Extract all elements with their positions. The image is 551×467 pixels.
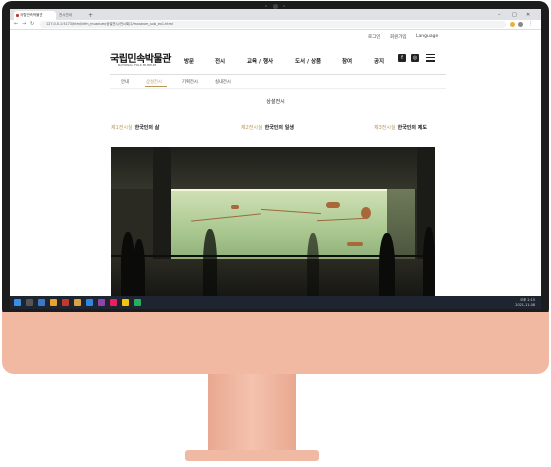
hall-link-3[interactable]: 제3전시실 한국인의 제도 — [374, 124, 427, 131]
hall-number: 제2전시실 — [241, 125, 263, 131]
url-input[interactable]: 127.0.0.1:5173/html/nfm_museum/상설전시/전시회/… — [40, 21, 506, 28]
maximize-button[interactable]: □ — [512, 11, 517, 19]
signup-link[interactable]: 회원가입 — [390, 34, 407, 40]
monitor-foot — [185, 450, 319, 461]
facebook-icon[interactable]: f — [398, 54, 406, 62]
visitor-silhouette — [307, 233, 319, 296]
browser-tab-active[interactable]: 국립민속박물관 — [14, 11, 56, 20]
login-link[interactable]: 로그인 — [368, 34, 380, 40]
task-view-icon[interactable] — [38, 299, 45, 306]
browser-tab[interactable]: 전시안내 — [54, 11, 89, 20]
visitor-silhouette — [203, 229, 217, 296]
visitor-silhouette — [133, 239, 145, 296]
monitor-chin — [2, 312, 549, 374]
tab-label: 전시안내 — [59, 13, 72, 17]
visitor-silhouette — [423, 227, 435, 296]
forward-arrow-icon[interactable]: → — [22, 20, 26, 29]
artifact — [231, 205, 239, 209]
active-tab-indicator — [145, 86, 167, 87]
reload-icon[interactable]: ↻ — [30, 20, 34, 29]
app-icon[interactable] — [110, 299, 117, 306]
hall-name: 한국인의 삶 — [134, 125, 160, 131]
exhibition-hall-photo — [111, 147, 435, 296]
clock-date: 2021-11-08 — [515, 302, 535, 307]
lnb-tab-permanent[interactable]: 상설전시 — [146, 79, 162, 85]
browser-menu-icon[interactable]: ⋮ — [528, 20, 533, 29]
extension-icon[interactable] — [510, 22, 515, 27]
instagram-icon[interactable]: ◎ — [411, 54, 419, 62]
divider — [110, 88, 446, 89]
page-title: 상설전시 — [266, 99, 285, 105]
website: 로그인 회원가입 Language 국립민속박물관 NATIONAL FOLK … — [10, 30, 541, 296]
monitor-stand — [208, 374, 296, 450]
gnb-item-notice[interactable]: 공지 — [374, 57, 384, 65]
hall-number: 제1전시실 — [111, 125, 133, 131]
camera-dot — [265, 5, 267, 7]
site-logo-subtitle: NATIONAL FOLK MUSEUM — [118, 63, 157, 67]
screen: 국립민속박물관 전시안내 + – □ ✕ ← → ↻ 127.0.0.1:517… — [10, 9, 541, 309]
hall-link-2[interactable]: 제2전시실 한국인의 일생 — [241, 124, 294, 131]
tab-label: 국립민속박물관 — [20, 13, 43, 17]
app-icon[interactable] — [98, 299, 105, 306]
artifact — [326, 202, 340, 208]
hall-link-1[interactable]: 제1전시실 한국인의 삶 — [111, 124, 159, 131]
taskbar-clock[interactable]: 오후 2:15 2021-11-08 — [515, 298, 535, 307]
search-icon[interactable] — [26, 299, 33, 306]
lnb-tab-indoor[interactable]: 실내전시 — [215, 79, 231, 85]
minimize-button[interactable]: – — [498, 11, 501, 19]
app-icon[interactable] — [62, 299, 69, 306]
file-explorer-icon[interactable] — [50, 299, 57, 306]
gnb-item-participate[interactable]: 참여 — [342, 57, 352, 65]
app-icon[interactable] — [134, 299, 141, 306]
new-tab-button[interactable]: + — [88, 11, 93, 20]
lnb-tab-special[interactable]: 기획전시 — [182, 79, 198, 85]
artifact — [347, 242, 363, 246]
chrome-icon[interactable] — [122, 299, 129, 306]
divider — [110, 74, 446, 75]
hall-number: 제3전시실 — [374, 125, 396, 131]
gnb-item-books[interactable]: 도서 / 상품 — [295, 57, 321, 65]
artifact — [361, 207, 371, 219]
gnb-item-visit[interactable]: 방문 — [184, 57, 194, 65]
language-link[interactable]: Language — [416, 34, 438, 39]
hamburger-menu-icon[interactable] — [426, 54, 435, 62]
address-bar-row: ← → ↻ 127.0.0.1:5173/html/nfm_museum/상설전… — [10, 20, 541, 30]
vscode-icon[interactable] — [86, 299, 93, 306]
gnb-item-education[interactable]: 교육 / 행사 — [247, 57, 273, 65]
start-icon[interactable] — [14, 299, 21, 306]
gnb-item-exhibition[interactable]: 전시 — [215, 57, 225, 65]
app-icon[interactable] — [74, 299, 81, 306]
profile-avatar[interactable] — [518, 22, 523, 27]
os-taskbar: 오후 2:15 2021-11-08 — [10, 296, 541, 309]
favicon-icon — [16, 14, 19, 17]
monitor-bezel: 국립민속박물관 전시안내 + – □ ✕ ← → ↻ 127.0.0.1:517… — [2, 1, 549, 319]
visitor-silhouette — [379, 233, 395, 296]
lnb-tab-info[interactable]: 안내 — [121, 79, 129, 85]
hall-name: 한국인의 제도 — [397, 125, 427, 131]
back-arrow-icon[interactable]: ← — [14, 20, 18, 29]
browser-tabbar: 국립민속박물관 전시안내 + – □ ✕ — [10, 9, 541, 20]
hall-name: 한국인의 일생 — [264, 125, 294, 131]
display-case — [169, 189, 387, 261]
close-window-button[interactable]: ✕ — [526, 11, 530, 19]
camera-dot — [283, 5, 285, 7]
